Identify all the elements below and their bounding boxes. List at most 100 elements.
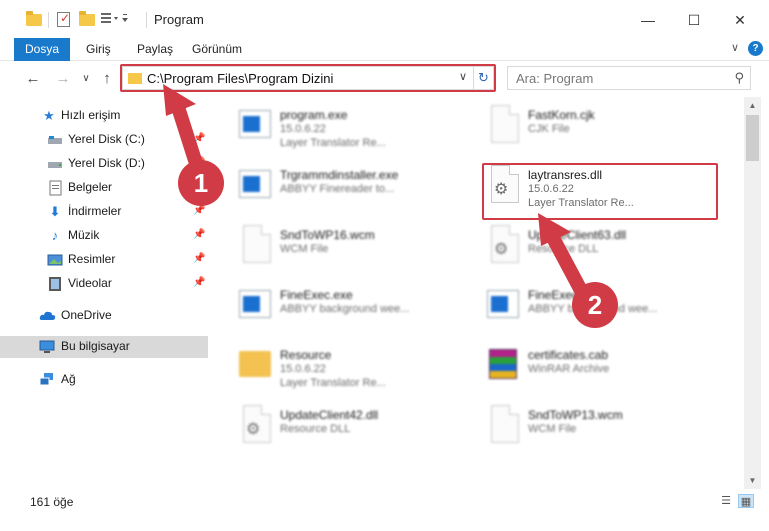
- file-name: FineExec.exe: [280, 288, 353, 302]
- navigation-bar: ← → ∨ ↑ C:\Program Files\Program Dizini …: [0, 61, 769, 97]
- tab-home[interactable]: Giriş: [86, 38, 111, 61]
- file-type: WCM File: [280, 243, 329, 255]
- file-item[interactable]: SndToWP13.wcm WCM File: [458, 397, 698, 457]
- cloud-icon: [39, 308, 56, 324]
- step-2-badge: 2: [572, 282, 618, 328]
- address-bar[interactable]: C:\Program Files\Program Dizini ∨: [122, 66, 474, 90]
- new-folder-icon[interactable]: [79, 11, 95, 27]
- maximize-button[interactable]: ☐: [671, 8, 717, 32]
- ribbon-collapse-icon[interactable]: ∨: [731, 41, 739, 54]
- step-1-badge: 1: [178, 160, 224, 206]
- search-input[interactable]: Ara: Program ⚲: [507, 66, 751, 90]
- exe-icon: [486, 285, 520, 325]
- divider: [146, 12, 147, 28]
- sidebar-item-label: Resimler: [68, 252, 116, 266]
- file-name: UpdateClient63.dll: [528, 228, 627, 242]
- video-icon: [47, 276, 63, 292]
- file-type: Resource DLL: [528, 243, 599, 255]
- dll-gear-icon: ⚙: [486, 165, 520, 205]
- details-view-icon[interactable]: ☰: [718, 494, 734, 508]
- sidebar-item-music[interactable]: ♪ Müzik 📌: [0, 225, 210, 247]
- file-item[interactable]: SndToWP16.wcm WCM File: [210, 217, 450, 277]
- address-path[interactable]: C:\Program Files\Program Dizini: [147, 71, 333, 86]
- scroll-down-icon[interactable]: ▼: [744, 472, 761, 489]
- pin-icon: 📌: [193, 229, 206, 240]
- ribbon-tabs: Dosya Giriş Paylaş Görünüm ∨ ?: [0, 38, 769, 61]
- file-type: ABBYY Finereader to...: [280, 183, 395, 195]
- music-icon: ♪: [51, 228, 59, 243]
- drive-icon: [47, 156, 63, 172]
- file-description: Layer Translator Re...: [280, 377, 386, 389]
- tab-share[interactable]: Paylaş: [137, 38, 173, 61]
- minimize-button[interactable]: —: [625, 8, 671, 32]
- scroll-thumb[interactable]: [746, 115, 759, 161]
- file-list: program.exe 15.0.6.22 Layer Translator R…: [210, 97, 744, 489]
- sidebar-item-network[interactable]: Ağ: [0, 369, 210, 391]
- pin-icon: 📌: [193, 205, 206, 216]
- folder-icon: [26, 11, 42, 27]
- properties-icon[interactable]: [56, 11, 72, 27]
- sidebar-item-label: Yerel Disk (C:): [68, 132, 145, 146]
- folder-icon: [238, 345, 272, 385]
- file-item-laytransres[interactable]: ⚙ laytransres.dll 15.0.6.22 Layer Transl…: [458, 157, 698, 217]
- up-button[interactable]: ↑: [97, 69, 117, 89]
- sidebar-item-label: Bu bilgisayar: [61, 339, 130, 353]
- divider: [48, 12, 49, 28]
- search-icon: ⚲: [734, 70, 744, 85]
- sidebar-item-local-disk-c[interactable]: Yerel Disk (C:) 📌: [0, 129, 210, 151]
- computer-icon: [39, 339, 55, 355]
- recent-locations-button[interactable]: ∨: [76, 69, 96, 89]
- document-icon: [238, 225, 272, 265]
- navigation-pane: ★ Hızlı erişim Yerel Disk (C:) 📌 Yerel D…: [0, 97, 210, 489]
- sidebar-item-downloads[interactable]: ⬇ İndirmeler 📌: [0, 201, 210, 223]
- document-icon: [486, 405, 520, 445]
- file-item[interactable]: FastKorn.cjk CJK File: [458, 97, 698, 157]
- sidebar-item-label: Yerel Disk (D:): [68, 156, 145, 170]
- file-name: SndToWP13.wcm: [528, 408, 623, 422]
- pin-icon: 📌: [193, 133, 206, 144]
- file-item[interactable]: ⚙ UpdateClient63.dll Resource DLL: [458, 217, 698, 277]
- address-dropdown-icon[interactable]: ∨: [459, 70, 467, 83]
- vertical-scrollbar[interactable]: ▲ ▼: [744, 97, 761, 489]
- tab-view[interactable]: Görünüm: [192, 38, 242, 61]
- file-name: laytransres.dll: [528, 168, 603, 182]
- file-item[interactable]: ⚙ UpdateClient42.dll Resource DLL: [210, 397, 450, 457]
- customize-toolbar-icon[interactable]: [100, 11, 128, 27]
- forward-button[interactable]: →: [53, 69, 73, 89]
- pictures-icon: [47, 252, 63, 268]
- sidebar-item-this-pc[interactable]: Bu bilgisayar: [0, 336, 208, 358]
- pin-icon: 📌: [193, 253, 206, 264]
- close-button[interactable]: ✕: [717, 8, 763, 32]
- help-icon[interactable]: ?: [748, 41, 763, 56]
- tab-file[interactable]: Dosya: [14, 38, 70, 61]
- file-name: certificates.cab: [528, 348, 609, 362]
- file-description: Layer Translator Re...: [528, 197, 634, 209]
- file-item[interactable]: program.exe 15.0.6.22 Layer Translator R…: [210, 97, 450, 157]
- sidebar-item-label: Belgeler: [68, 180, 113, 194]
- sidebar-item-onedrive[interactable]: OneDrive: [0, 305, 210, 327]
- file-item[interactable]: FineExec.exe ABBYY background wee...: [210, 277, 450, 337]
- back-button[interactable]: ←: [23, 69, 43, 89]
- sidebar-item-local-disk-d[interactable]: Yerel Disk (D:) 📌: [0, 153, 210, 175]
- sidebar-item-label: Müzik: [68, 228, 100, 242]
- refresh-button[interactable]: ↻: [474, 66, 494, 90]
- tiles-view-icon[interactable]: ▦: [738, 494, 754, 508]
- sidebar-item-videos[interactable]: Videolar 📌: [0, 273, 210, 295]
- file-item[interactable]: Resource 15.0.6.22 Layer Translator Re..…: [210, 337, 450, 397]
- file-item[interactable]: certificates.cab WinRAR Archive: [458, 337, 698, 397]
- file-name: SndToWP16.wcm: [280, 228, 375, 242]
- scroll-up-icon[interactable]: ▲: [744, 97, 761, 114]
- file-version: 15.0.6.22: [528, 183, 574, 195]
- sidebar-item-pictures[interactable]: Resimler 📌: [0, 249, 210, 271]
- file-name: Trgrammdinstaller.exe: [280, 168, 399, 182]
- exe-icon: [238, 105, 272, 145]
- winrar-icon: [486, 345, 520, 385]
- star-icon: ★: [43, 108, 55, 123]
- search-placeholder: Ara: Program: [516, 71, 594, 86]
- sidebar-item-quick-access[interactable]: ★ Hızlı erişim: [0, 105, 210, 127]
- exe-icon: [238, 165, 272, 205]
- item-count: 161 öğe: [30, 495, 74, 509]
- folder-icon: [128, 73, 142, 84]
- file-item[interactable]: Trgrammdinstaller.exe ABBYY Finereader t…: [210, 157, 450, 217]
- sidebar-item-label: OneDrive: [61, 308, 112, 322]
